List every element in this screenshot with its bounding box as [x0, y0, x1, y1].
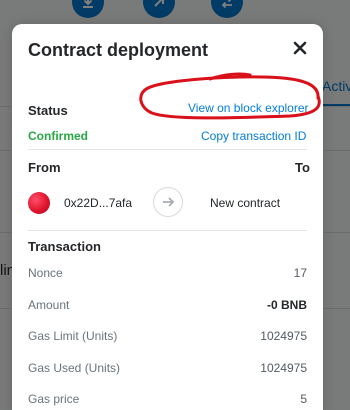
amount-value: -0 BNB [266, 298, 307, 312]
view-on-block-explorer-link[interactable]: View on block explorer [188, 101, 309, 115]
gas-used-value: 1024975 [260, 361, 307, 375]
gas-price-value: 5 [300, 392, 307, 406]
nonce-value: 17 [293, 266, 307, 280]
arrow-right-icon [163, 197, 175, 207]
receive-button[interactable] [72, 0, 104, 18]
swap-icon [221, 0, 232, 9]
divider [28, 149, 307, 150]
transaction-details-modal: Contract deployment Status View on block… [12, 24, 323, 410]
transaction-heading: Transaction [28, 239, 101, 254]
gas-used-label: Gas Used (Units) [28, 361, 121, 375]
account-avatar [28, 192, 50, 214]
to-value: New contract [210, 196, 281, 210]
swap-button[interactable] [211, 0, 243, 18]
tab-activity[interactable]: Activi [322, 78, 350, 94]
download-icon [83, 0, 93, 8]
gas-limit-label: Gas Limit (Units) [28, 329, 118, 343]
close-icon [293, 41, 307, 55]
modal-title: Contract deployment [28, 40, 209, 60]
to-label: To [295, 160, 310, 175]
from-label: From [28, 160, 61, 175]
close-button[interactable] [293, 41, 311, 59]
arrow-up-right-icon [154, 0, 164, 7]
gas-price-label: Gas price [28, 392, 80, 406]
copy-transaction-id-link[interactable]: Copy transaction ID [201, 129, 306, 143]
nonce-label: Nonce [28, 266, 63, 280]
amount-label: Amount [28, 298, 70, 312]
gas-limit-value: 1024975 [260, 329, 307, 343]
status-label: Status [28, 103, 68, 118]
divider [28, 230, 307, 231]
send-button[interactable] [143, 0, 175, 18]
status-badge: Confirmed [28, 129, 88, 143]
from-address[interactable]: 0x22D...7afa [64, 196, 132, 210]
arrow-circle [153, 187, 183, 217]
